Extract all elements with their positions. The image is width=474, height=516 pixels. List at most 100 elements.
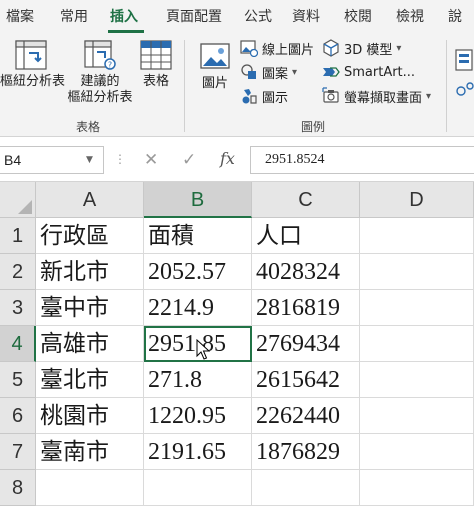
ribbon-spacer	[0, 137, 474, 146]
addins-icon[interactable]	[454, 48, 474, 74]
column-header-b[interactable]: B	[144, 182, 252, 218]
tab-formulas[interactable]: 公式	[244, 6, 272, 26]
chevron-down-icon: ▾	[396, 42, 402, 54]
shapes-label: 圖案	[262, 66, 289, 82]
3d-models-button[interactable]: 3D 模型 ▾	[322, 38, 401, 58]
3d-models-label: 3D 模型	[344, 42, 393, 58]
column-header-c[interactable]: C	[252, 182, 360, 218]
column-header-a[interactable]: A	[36, 182, 144, 218]
svg-text:?: ?	[108, 61, 112, 70]
cell-a6[interactable]: 桃園市	[36, 398, 144, 434]
cell-d5[interactable]	[360, 362, 474, 398]
cell-a5[interactable]: 臺北市	[36, 362, 144, 398]
cell-b7[interactable]: 2191.65	[144, 434, 252, 470]
pivot-table-icon	[15, 40, 47, 70]
3d-model-icon	[323, 39, 339, 57]
group-separator	[184, 40, 185, 132]
name-box[interactable]: B4 ▼	[0, 146, 104, 174]
screenshot-label: 螢幕擷取畫面	[344, 90, 423, 106]
smartart-icon	[323, 67, 340, 77]
picture-icon	[200, 43, 230, 69]
tab-view[interactable]: 檢視	[396, 6, 424, 26]
row-header-5[interactable]: 5	[0, 362, 36, 398]
tab-data[interactable]: 資料	[292, 6, 320, 26]
online-pictures-label: 線上圖片	[262, 42, 315, 58]
cell-c6[interactable]: 2262440	[252, 398, 360, 434]
cell-d8[interactable]	[360, 470, 474, 506]
row-header-2[interactable]: 2	[0, 254, 36, 290]
cell-c8[interactable]	[252, 470, 360, 506]
column-header-d[interactable]: D	[360, 182, 474, 218]
cell-d4[interactable]	[360, 326, 474, 362]
icons-label: 圖示	[262, 90, 289, 106]
cell-a8[interactable]	[36, 470, 144, 506]
smartart-label: SmartArt...	[344, 64, 416, 80]
cell-c2[interactable]: 4028324	[252, 254, 360, 290]
row-header-3[interactable]: 3	[0, 290, 36, 326]
pictures-label: 圖片	[201, 76, 228, 91]
tab-insert[interactable]: 插入	[110, 6, 138, 26]
cell-b6[interactable]: 1220.95	[144, 398, 252, 434]
cell-c7[interactable]: 1876829	[252, 434, 360, 470]
more-options-icon[interactable]: ⋮	[114, 152, 126, 166]
recommended-pivot-label-2: 樞紐分析表	[67, 90, 133, 105]
recommended-pivot-button[interactable]: ? 建議的 樞紐分析表	[66, 40, 134, 106]
formula-input[interactable]: 2951.8524	[250, 146, 474, 174]
cell-b5[interactable]: 271.8	[144, 362, 252, 398]
cell-a3[interactable]: 臺中市	[36, 290, 144, 326]
mouse-cursor-icon	[196, 339, 210, 360]
tab-page-layout[interactable]: 頁面配置	[166, 6, 222, 26]
cell-a1[interactable]: 行政區	[36, 218, 144, 254]
cell-c5[interactable]: 2615642	[252, 362, 360, 398]
pivot-table-button[interactable]: 樞紐分析表	[0, 40, 65, 90]
cell-d7[interactable]	[360, 434, 474, 470]
tab-help[interactable]: 說	[448, 6, 462, 26]
row-header-1[interactable]: 1	[0, 218, 36, 254]
cell-b8[interactable]	[144, 470, 252, 506]
formula-value: 2951.8524	[265, 152, 325, 167]
cell-c1[interactable]: 人口	[252, 218, 360, 254]
cell-a2[interactable]: 新北市	[36, 254, 144, 290]
cell-c4[interactable]: 2769434	[252, 326, 360, 362]
cell-d2[interactable]	[360, 254, 474, 290]
tab-file[interactable]: 檔案	[6, 6, 34, 26]
icons-button[interactable]: 圖示	[240, 86, 288, 106]
recommended-pivot-icon: ?	[84, 40, 116, 70]
cell-b2[interactable]: 2052.57	[144, 254, 252, 290]
cell-c3[interactable]: 2816819	[252, 290, 360, 326]
cell-b3[interactable]: 2214.9	[144, 290, 252, 326]
cell-a7[interactable]: 臺南市	[36, 434, 144, 470]
pictures-button[interactable]: 圖片	[194, 42, 236, 92]
tab-home[interactable]: 常用	[60, 6, 88, 26]
smartart-hierarchy-icon[interactable]	[456, 82, 474, 100]
worksheet-grid[interactable]: A B C D 1 行政區 面積 人口 2 新北市 2052.57 4028324 3 臺中市 2214.9…	[0, 182, 474, 516]
table-button[interactable]: 表格	[136, 40, 176, 90]
chevron-down-icon[interactable]: ▼	[86, 155, 93, 165]
cell-a4[interactable]: 高雄市	[36, 326, 144, 362]
online-picture-icon	[240, 40, 258, 57]
active-tab-indicator	[108, 30, 144, 33]
online-pictures-button[interactable]: 線上圖片	[240, 38, 314, 58]
formula-bar: B4 ▼ ⋮ ✕ ✓ fx 2951.8524	[0, 146, 474, 176]
shapes-button[interactable]: 圖案 ▾	[240, 62, 297, 82]
screenshot-icon	[322, 87, 339, 103]
screenshot-button[interactable]: 螢幕擷取畫面 ▾	[322, 86, 431, 106]
select-all-button[interactable]	[0, 182, 36, 218]
chevron-down-icon: ▾	[292, 66, 298, 78]
row-header-7[interactable]: 7	[0, 434, 36, 470]
cancel-icon[interactable]: ✕	[144, 150, 158, 170]
recommended-pivot-label-1: 建議的	[80, 74, 120, 89]
select-all-triangle-icon	[18, 200, 32, 214]
row-header-8[interactable]: 8	[0, 470, 36, 506]
row-header-4[interactable]: 4	[0, 326, 36, 362]
cell-d6[interactable]	[360, 398, 474, 434]
group-separator	[446, 40, 447, 132]
enter-icon[interactable]: ✓	[182, 150, 196, 170]
cell-d3[interactable]	[360, 290, 474, 326]
smartart-button[interactable]: SmartArt...	[322, 62, 415, 82]
cell-d1[interactable]	[360, 218, 474, 254]
insert-function-icon[interactable]: fx	[220, 149, 235, 168]
tab-review[interactable]: 校閱	[344, 6, 372, 26]
cell-b1[interactable]: 面積	[144, 218, 252, 254]
row-header-6[interactable]: 6	[0, 398, 36, 434]
